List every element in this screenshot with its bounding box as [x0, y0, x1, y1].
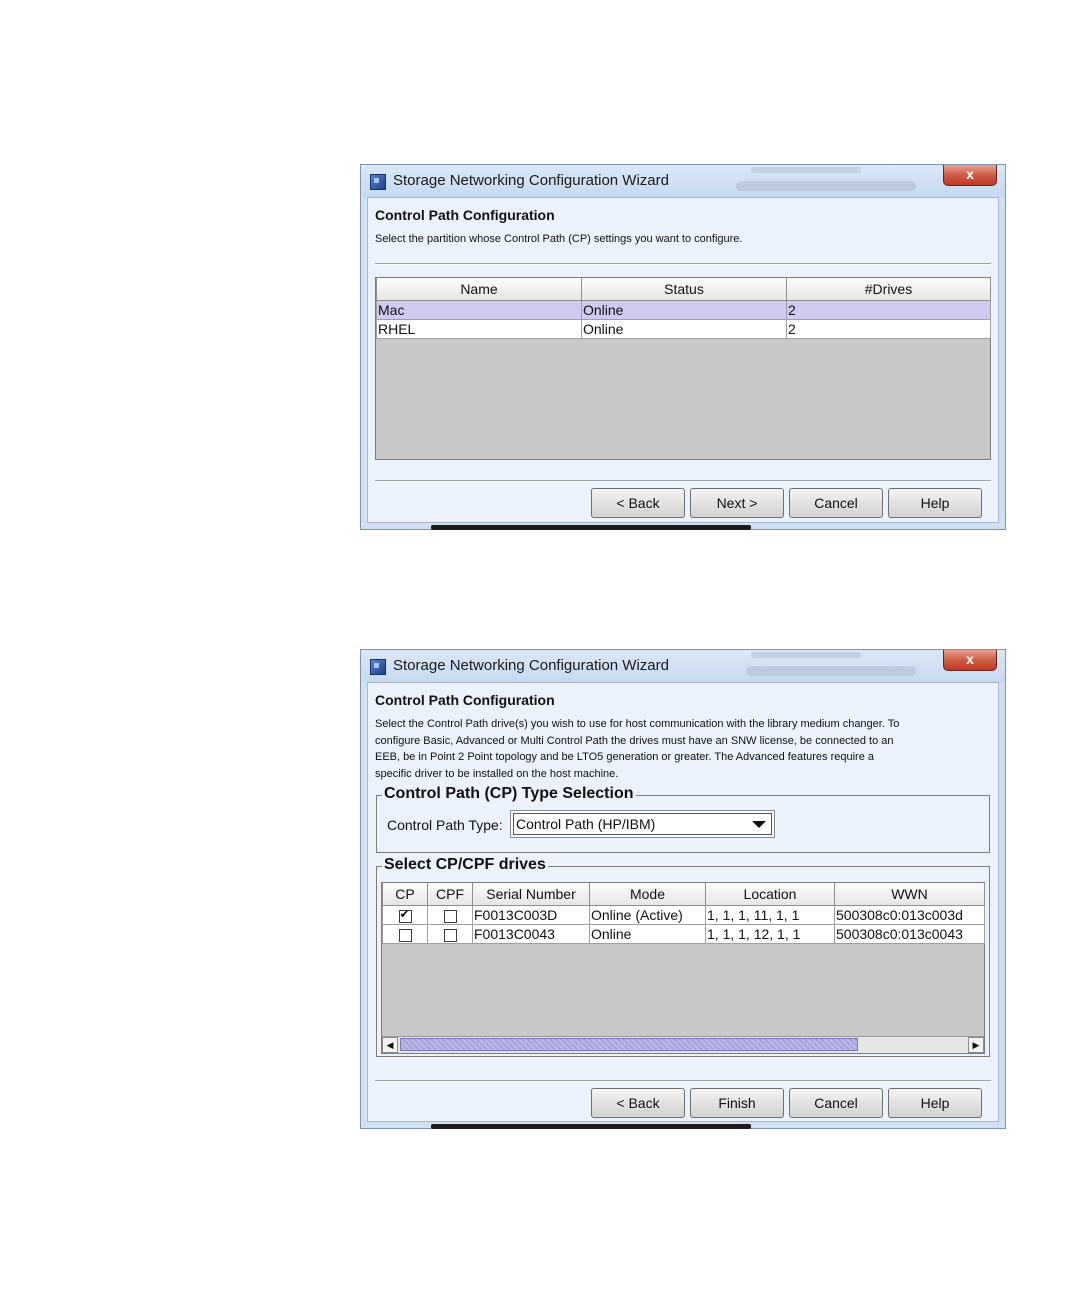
- partition-status: Online: [581, 319, 787, 339]
- partition-drive-count: 2: [786, 300, 991, 320]
- finish-button[interactable]: Finish: [690, 1088, 784, 1118]
- title-bar[interactable]: Storage Networking Configuration Wizard …: [361, 165, 1005, 197]
- instruction-line: specific driver to be installed on the h…: [375, 767, 619, 780]
- instruction-line: configure Basic, Advanced or Multi Contr…: [375, 734, 894, 747]
- checkmark-icon: ✔: [399, 906, 410, 921]
- next-button[interactable]: Next >: [690, 488, 784, 518]
- cpf-checkbox[interactable]: [443, 909, 457, 923]
- section-heading: Control Path Configuration: [375, 207, 555, 223]
- column-header-wwn[interactable]: WWN: [834, 883, 985, 906]
- help-button[interactable]: Help: [888, 1088, 982, 1118]
- app-icon: [370, 174, 386, 190]
- window-edge-shadow: [431, 525, 751, 530]
- scroll-right-icon[interactable]: ▶: [968, 1037, 984, 1053]
- background-blur: [746, 666, 916, 676]
- drive-mode: Online (Active): [589, 905, 706, 925]
- cp-type-dropdown[interactable]: Control Path (HP/IBM): [510, 810, 775, 838]
- instruction-line: Select the Control Path drive(s) you wis…: [375, 718, 900, 730]
- cpf-cell: [427, 924, 473, 944]
- drives-table: CP CPF Serial Number Mode Location WWN ✔: [382, 883, 985, 944]
- close-icon: x: [966, 651, 974, 667]
- table-row[interactable]: RHEL Online 2: [376, 319, 991, 339]
- cancel-button[interactable]: Cancel: [789, 1088, 883, 1118]
- wizard-content: Control Path Configuration Select the Co…: [367, 682, 999, 1122]
- separator: [375, 480, 991, 482]
- window-title: Storage Networking Configuration Wizard: [393, 657, 669, 674]
- cp-checkbox[interactable]: [398, 928, 412, 942]
- column-header-status[interactable]: Status: [581, 278, 787, 301]
- background-blur: [736, 181, 916, 191]
- background-blur: [751, 652, 861, 658]
- column-header-cpf[interactable]: CPF: [427, 883, 473, 906]
- column-header-drives[interactable]: #Drives: [786, 278, 991, 301]
- drive-location: 1, 1, 1, 12, 1, 1: [705, 924, 835, 944]
- separator: [375, 1080, 991, 1082]
- wizard-content: Control Path Configuration Select the pa…: [367, 197, 999, 523]
- table-row[interactable]: F0013C0043 Online 1, 1, 1, 12, 1, 1 5003…: [382, 924, 985, 944]
- table-row[interactable]: ✔ F0013C003D Online (Active) 1, 1, 1, 11…: [382, 905, 985, 925]
- partition-name: Mac: [376, 300, 582, 320]
- instruction-line: EEB, be in Point 2 Point topology and be…: [375, 751, 875, 763]
- cp-type-value: Control Path (HP/IBM): [516, 816, 656, 832]
- drive-serial: F0013C003D: [472, 905, 590, 925]
- partition-table-panel: Name Status #Drives Mac Online 2 RHEL On…: [375, 277, 991, 460]
- cp-type-legend: Control Path (CP) Type Selection: [382, 785, 636, 803]
- cancel-button[interactable]: Cancel: [789, 488, 883, 518]
- drive-wwn: 500308c0:013c003d: [834, 905, 985, 925]
- horizontal-scrollbar[interactable]: ◀ ▶: [382, 1036, 984, 1053]
- cpf-checkbox[interactable]: [443, 928, 457, 942]
- close-icon: x: [966, 166, 974, 182]
- column-header-location[interactable]: Location: [705, 883, 835, 906]
- column-header-serial[interactable]: Serial Number: [472, 883, 590, 906]
- instruction-text: Select the Control Path drive(s) you wis…: [375, 716, 899, 782]
- partition-table: Name Status #Drives Mac Online 2 RHEL On…: [376, 278, 991, 339]
- cp-drives-group: Select CP/CPF drives CP CPF Serial Numbe…: [376, 856, 990, 1057]
- wizard-window-drives: Storage Networking Configuration Wizard …: [360, 649, 1006, 1129]
- close-button[interactable]: x: [943, 650, 997, 671]
- chevron-down-icon: [752, 821, 766, 828]
- help-button[interactable]: Help: [888, 488, 982, 518]
- background-blur: [751, 167, 861, 173]
- drive-serial: F0013C0043: [472, 924, 590, 944]
- cp-type-label: Control Path Type:: [387, 817, 503, 833]
- wizard-window-partition: Storage Networking Configuration Wizard …: [360, 164, 1006, 530]
- partition-drive-count: 2: [786, 319, 991, 339]
- column-header-cp[interactable]: CP: [382, 883, 428, 906]
- instruction-text: Select the partition whose Control Path …: [375, 233, 743, 245]
- back-button[interactable]: < Back: [591, 488, 685, 518]
- title-bar[interactable]: Storage Networking Configuration Wizard …: [361, 650, 1005, 682]
- drive-wwn: 500308c0:013c0043: [834, 924, 985, 944]
- app-icon: [370, 659, 386, 675]
- table-row[interactable]: Mac Online 2: [376, 300, 991, 320]
- partition-status: Online: [581, 300, 787, 320]
- drive-mode: Online: [589, 924, 706, 944]
- cp-type-group: Control Path (CP) Type Selection Control…: [376, 785, 990, 853]
- cp-cell: ✔: [382, 905, 428, 925]
- back-button[interactable]: < Back: [591, 1088, 685, 1118]
- separator: [375, 263, 991, 265]
- close-button[interactable]: x: [943, 165, 997, 186]
- drives-table-panel: CP CPF Serial Number Mode Location WWN ✔: [381, 882, 985, 1054]
- drive-location: 1, 1, 1, 11, 1, 1: [705, 905, 835, 925]
- partition-name: RHEL: [376, 319, 582, 339]
- window-title: Storage Networking Configuration Wizard: [393, 172, 669, 189]
- cp-drives-legend: Select CP/CPF drives: [382, 856, 548, 874]
- section-heading: Control Path Configuration: [375, 692, 555, 708]
- cp-checkbox[interactable]: ✔: [398, 906, 412, 923]
- cpf-cell: [427, 905, 473, 925]
- scroll-left-icon[interactable]: ◀: [382, 1037, 398, 1053]
- column-header-name[interactable]: Name: [376, 278, 582, 301]
- scrollbar-thumb[interactable]: [400, 1038, 858, 1051]
- cp-cell: [382, 924, 428, 944]
- column-header-mode[interactable]: Mode: [589, 883, 706, 906]
- window-edge-shadow: [431, 1124, 751, 1129]
